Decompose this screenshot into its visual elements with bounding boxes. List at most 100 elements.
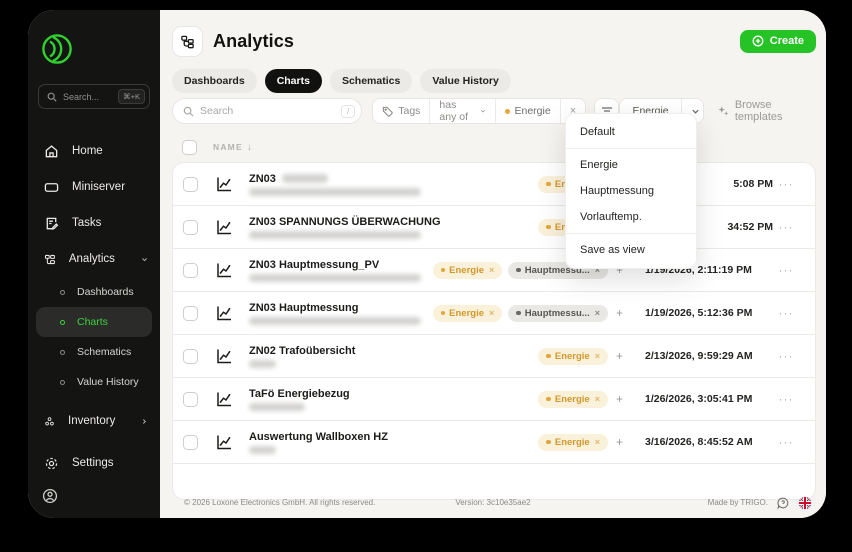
row-more-button[interactable]: ···	[773, 392, 799, 406]
remove-tag-icon[interactable]: ×	[595, 308, 600, 318]
row-title: TaFö Energiebezug	[249, 387, 350, 400]
table-row[interactable]: TaFö Energiebezug Energie × + 1/26/2026, 3…	[173, 378, 815, 421]
uk-flag-icon[interactable]	[798, 496, 812, 510]
add-tag-button[interactable]: +	[616, 349, 623, 363]
row-checkbox[interactable]	[183, 176, 198, 192]
create-button[interactable]: Create	[739, 29, 816, 53]
sidebar: Search... ⌘+K Home Miniserver Tasks Anal…	[28, 10, 160, 518]
menu-item-hauptmessung[interactable]: Hauptmessung	[566, 178, 696, 204]
redacted-subtitle-text	[249, 316, 421, 325]
tab-charts[interactable]: Charts	[264, 69, 322, 93]
tag-pill-energie[interactable]: Energie ×	[538, 433, 608, 451]
help-chat-icon[interactable]	[776, 496, 790, 510]
sidebar-item-schematics[interactable]: Schematics	[36, 337, 152, 367]
tab-value-history[interactable]: Value History	[420, 69, 511, 93]
menu-item-save-as-view[interactable]: Save as view	[566, 237, 696, 263]
sidebar-item-label: Settings	[72, 457, 114, 469]
row-more-button[interactable]: ···	[773, 306, 799, 320]
add-tag-button[interactable]: +	[616, 392, 623, 406]
remove-tag-icon[interactable]: ×	[595, 351, 600, 361]
line-chart-icon	[214, 217, 234, 237]
line-chart-icon	[214, 346, 234, 366]
miniserver-icon	[44, 182, 59, 192]
sidebar-item-value-history[interactable]: Value History	[36, 367, 152, 397]
menu-item-default[interactable]: Default	[566, 119, 696, 145]
column-header-name[interactable]: NAME ↓	[213, 142, 252, 153]
row-more-button[interactable]: ···	[773, 220, 799, 234]
redacted-subtitle-text	[249, 359, 276, 368]
remove-tag-icon[interactable]: ×	[595, 394, 600, 404]
menu-item-energie[interactable]: Energie	[566, 152, 696, 178]
select-all-checkbox[interactable]	[182, 139, 197, 155]
row-checkbox[interactable]	[183, 262, 198, 278]
search-icon	[183, 106, 194, 117]
sidebar-item-analytics[interactable]: Analytics	[28, 241, 160, 277]
row-checkbox[interactable]	[183, 305, 198, 321]
row-checkbox[interactable]	[183, 219, 198, 235]
row-more-button[interactable]: ···	[773, 435, 799, 449]
sidebar-nav: Home Miniserver Tasks Analytics Dashboar…	[28, 133, 160, 481]
sidebar-item-label: Schematics	[77, 346, 132, 358]
sidebar-item-home[interactable]: Home	[28, 133, 160, 169]
row-checkbox[interactable]	[183, 348, 198, 364]
bullet-icon	[60, 349, 65, 355]
browse-templates-button[interactable]: Browse templates	[718, 99, 816, 123]
remove-tag-icon[interactable]: ×	[489, 308, 494, 318]
row-more-button[interactable]: ···	[773, 177, 799, 191]
bullet-icon	[60, 289, 65, 295]
search-input[interactable]	[200, 105, 335, 117]
tags-filter-value[interactable]: Energie	[496, 99, 561, 123]
sidebar-item-label: Tasks	[72, 217, 102, 229]
tags-operator-select[interactable]: has any of	[430, 99, 496, 123]
redacted-subtitle-text	[249, 402, 305, 411]
sidebar-item-settings[interactable]: Settings	[28, 445, 160, 481]
table-row[interactable]: Auswertung Wallboxen HZ Energie × + 3/16/2…	[173, 421, 815, 464]
version-text: Version: 3c10e35ae2	[455, 498, 531, 507]
row-checkbox[interactable]	[183, 391, 198, 407]
menu-item-vorlauftemp[interactable]: Vorlauftemp.	[566, 204, 696, 230]
tag-pill-energie[interactable]: Energie ×	[432, 261, 503, 279]
sidebar-item-miniserver[interactable]: Miniserver	[28, 169, 160, 205]
row-title: ZN03 Hauptmessung_PV	[249, 258, 380, 271]
table-row[interactable]: ZN03 Energie×+ 5:08 PM ···	[173, 163, 815, 206]
row-title: Auswertung Wallboxen HZ	[249, 430, 388, 443]
sort-descending-icon[interactable]: ↓	[247, 142, 252, 153]
account-button[interactable]	[42, 488, 58, 504]
tag-color-dot	[546, 439, 551, 445]
add-tag-button[interactable]: +	[616, 306, 623, 320]
add-tag-button[interactable]: +	[616, 435, 623, 449]
remove-tag-icon[interactable]: ×	[595, 437, 600, 447]
tab-dashboards[interactable]: Dashboards	[172, 69, 257, 93]
sidebar-item-tasks[interactable]: Tasks	[28, 205, 160, 241]
tag-pill-energie[interactable]: Energie ×	[538, 347, 608, 365]
menu-divider	[566, 148, 696, 149]
row-title: ZN03 Hauptmessung	[249, 301, 359, 314]
remove-tag-icon[interactable]: ×	[489, 265, 494, 275]
loxone-logo-icon[interactable]	[40, 32, 160, 66]
tags-filter-field[interactable]: Tags	[373, 99, 431, 123]
row-more-button[interactable]: ···	[773, 263, 799, 277]
tags-filter: Tags has any of Energie ×	[372, 98, 587, 124]
tag-pill-energie[interactable]: Energie ×	[538, 390, 608, 408]
row-title: ZN02 Trafoübersicht	[249, 344, 356, 357]
table-row[interactable]: ZN03 Hauptmessung Energie × Hauptmessu... ×…	[173, 292, 815, 335]
analytics-page-icon	[172, 25, 203, 57]
sidebar-item-dashboards[interactable]: Dashboards	[36, 277, 152, 307]
sparkles-icon	[718, 106, 729, 116]
sidebar-item-inventory[interactable]: Inventory	[28, 403, 160, 439]
tag-label: Energie	[554, 350, 590, 362]
sidebar-search-input[interactable]: Search... ⌘+K	[38, 84, 150, 109]
row-more-button[interactable]: ···	[773, 349, 799, 363]
tag-color-dot	[546, 353, 551, 359]
sidebar-item-charts[interactable]: Charts	[36, 307, 152, 337]
tab-schematics[interactable]: Schematics	[329, 69, 413, 93]
table-row[interactable]: ZN03 Hauptmessung_PV Energie × Hauptmessu.…	[173, 249, 815, 292]
tag-pill-energie[interactable]: Energie ×	[432, 304, 503, 322]
table-row[interactable]: ZN02 Trafoübersicht Energie × + 2/13/2026,…	[173, 335, 815, 378]
tags-operator-value: has any of	[439, 99, 469, 123]
table-row[interactable]: ZN03 SPANNUNGS ÜBERWACHUNG Energie×+ 34:…	[173, 206, 815, 249]
sidebar-item-label: Dashboards	[77, 286, 134, 298]
table-search[interactable]: /	[172, 98, 363, 124]
tag-pill-hauptmessung[interactable]: Hauptmessu... ×	[508, 304, 608, 322]
row-checkbox[interactable]	[183, 434, 198, 450]
